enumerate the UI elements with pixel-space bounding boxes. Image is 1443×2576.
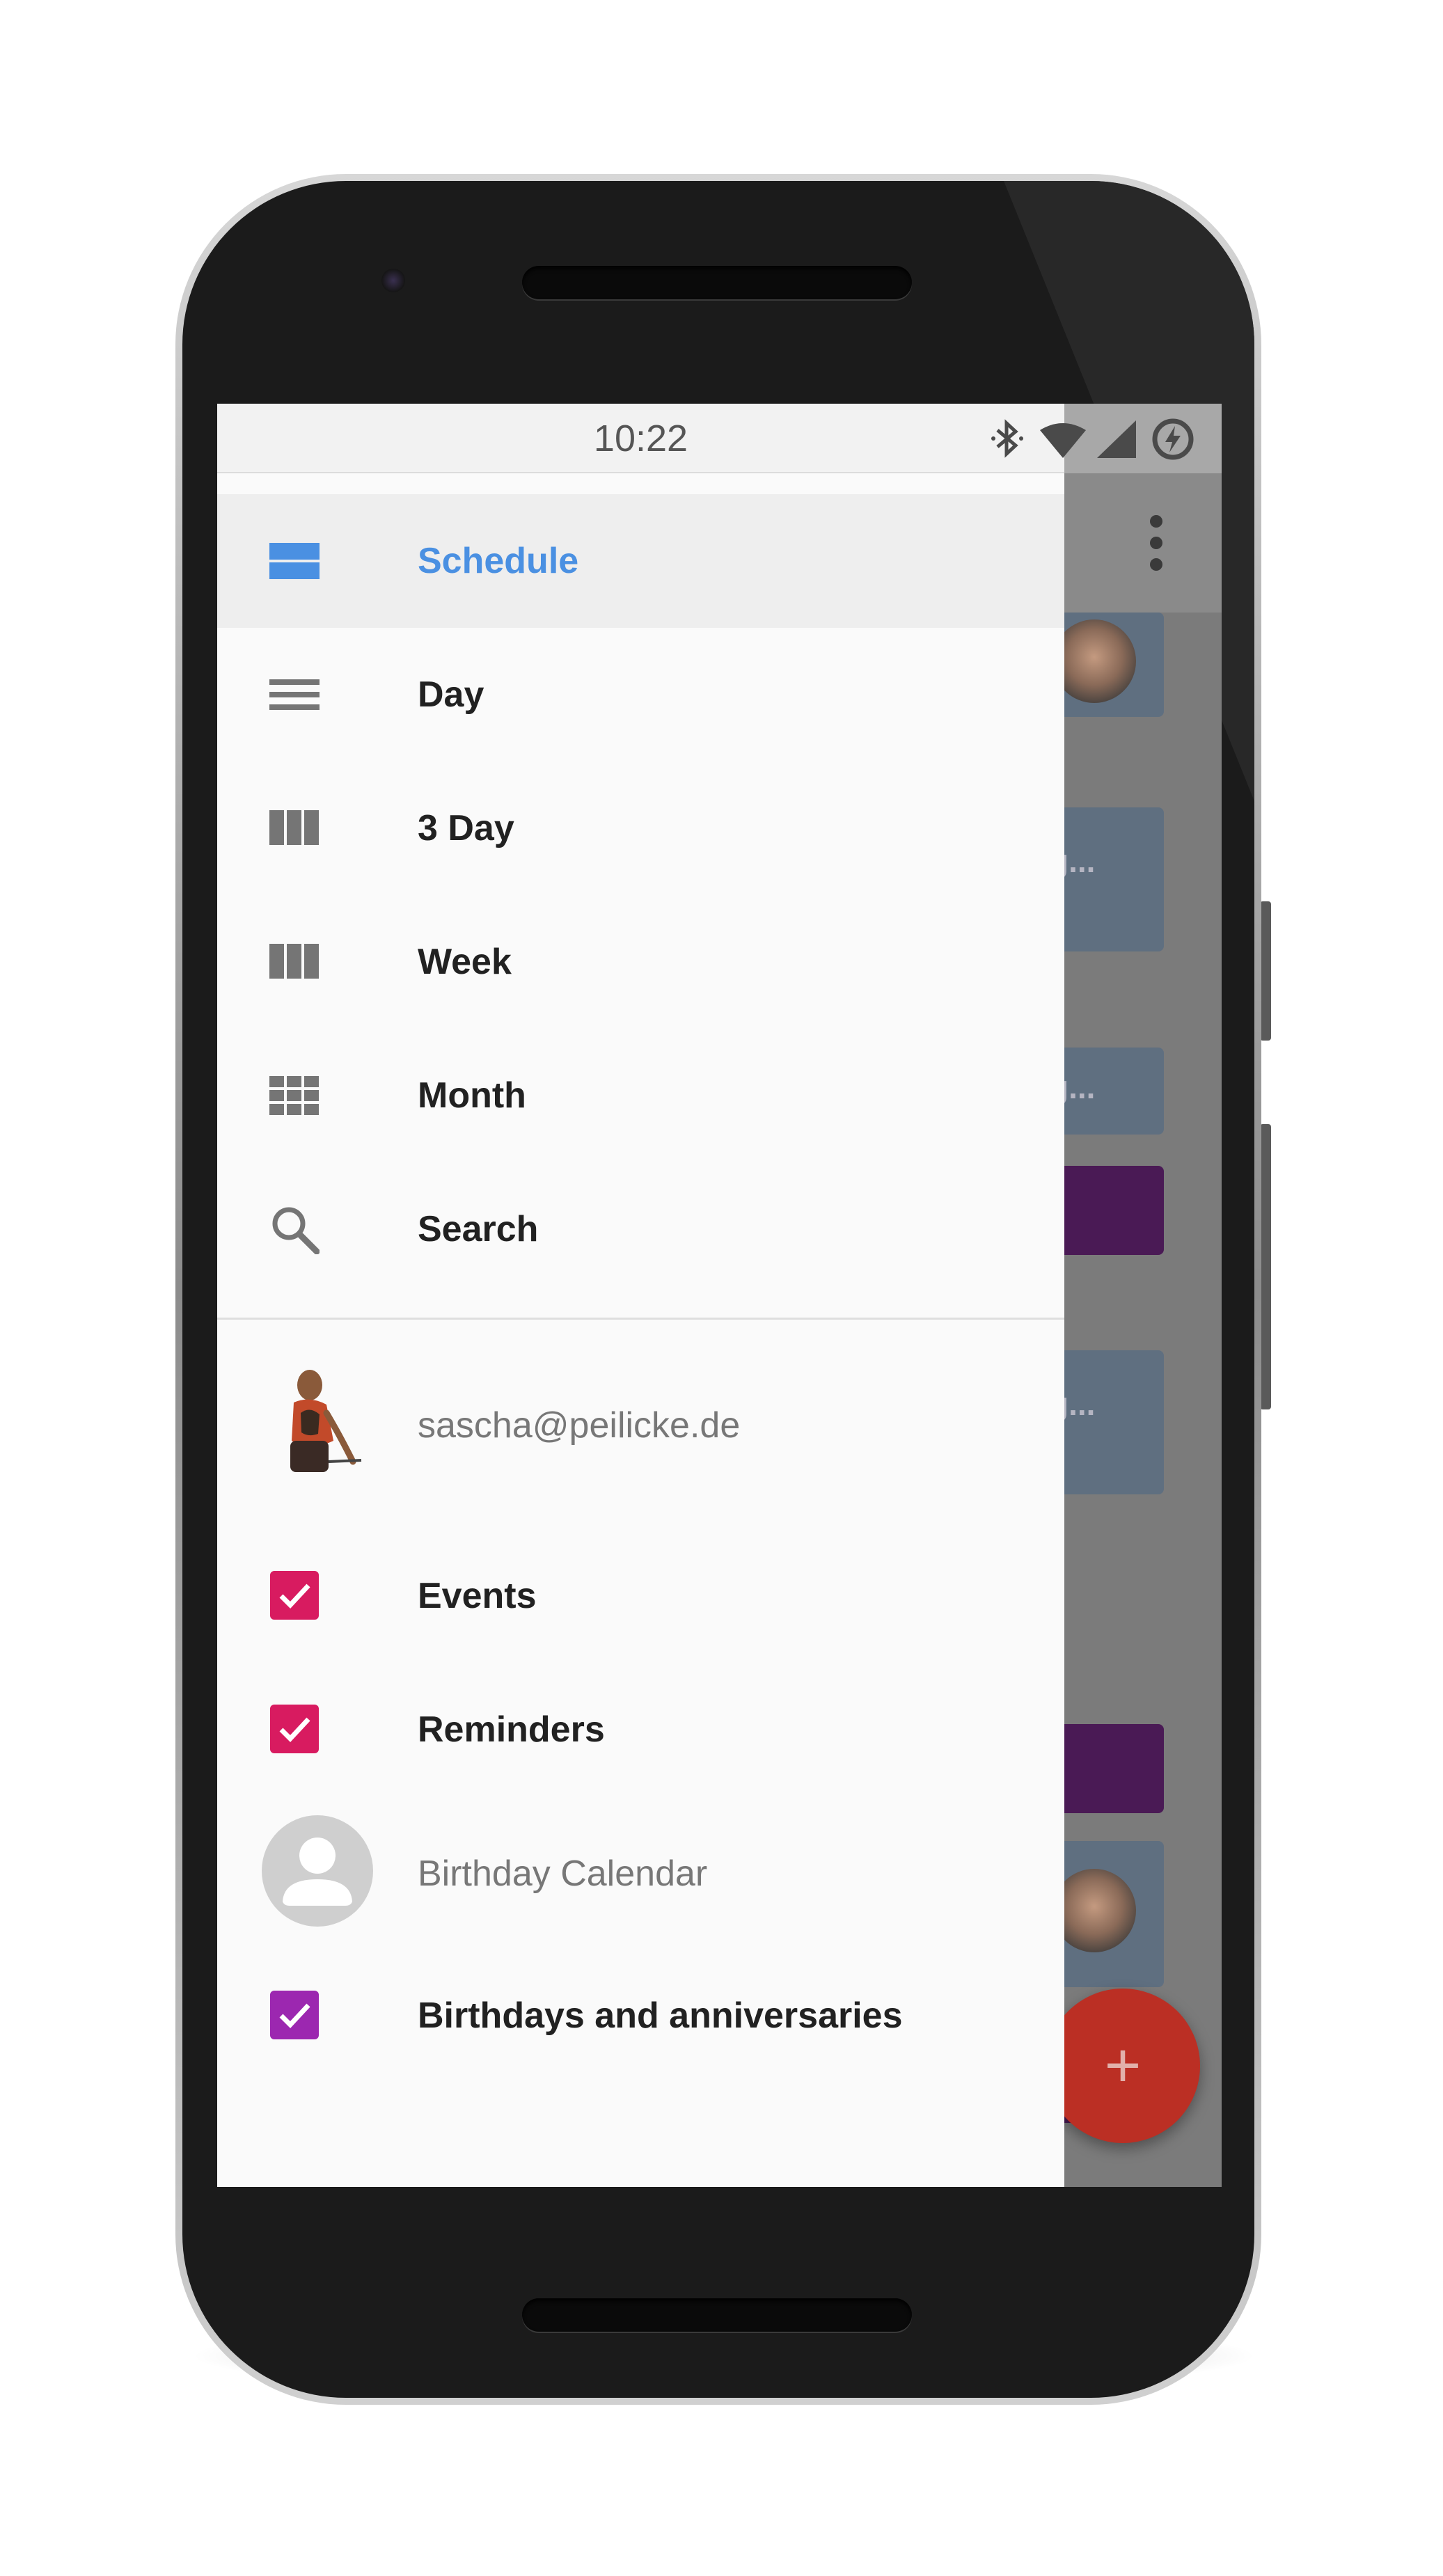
- nav-item-day[interactable]: Day: [217, 628, 1064, 761]
- week-view-icon: [269, 937, 320, 987]
- wifi-icon: [1039, 420, 1087, 459]
- calendar-label: Reminders: [418, 1709, 605, 1750]
- nav-item-label: Schedule: [418, 541, 579, 581]
- calendar-label: Birthdays and anniversaries: [418, 1996, 903, 2036]
- day-view-icon: [269, 670, 320, 720]
- event-avatar: [1052, 1869, 1136, 1952]
- three-day-view-icon: [269, 803, 320, 853]
- event-avatar: [1052, 619, 1136, 703]
- navigation-drawer: Schedule Day 3 Day Week Month Search sas…: [217, 404, 1064, 2187]
- birthdays-checkbox[interactable]: [270, 1991, 319, 2039]
- calendar-item-birthdays[interactable]: Birthdays and anniversaries: [217, 1963, 1064, 2067]
- bluetooth-icon: [988, 419, 1027, 458]
- schedule-view-icon: [269, 536, 320, 586]
- bottom-speaker: [522, 2298, 912, 2332]
- fab-plus-label: +: [1104, 2031, 1142, 2101]
- generic-person-avatar: [262, 1815, 373, 1927]
- volume-button: [1260, 1124, 1271, 1409]
- nav-item-label: Day: [418, 674, 484, 715]
- account-email: sascha@peilicke.de: [418, 1405, 741, 1446]
- status-bar: 10:22: [217, 404, 1222, 473]
- cellular-signal-icon: [1096, 419, 1137, 459]
- drawer-divider: [217, 1318, 1064, 1320]
- search-icon: [269, 1204, 320, 1255]
- nav-item-label: 3 Day: [418, 808, 514, 848]
- calendar-item-reminders[interactable]: Reminders: [217, 1677, 1064, 1781]
- front-speaker: [522, 266, 912, 299]
- battery-charging-icon: [1151, 418, 1194, 461]
- account-name: Birthday Calendar: [418, 1854, 708, 1894]
- nav-item-3-day[interactable]: 3 Day: [217, 761, 1064, 895]
- more-options-dot: [1150, 558, 1162, 571]
- nav-item-label: Week: [418, 942, 512, 982]
- phone-screen: g... g... g... + Schedule Day 3 Day Week…: [217, 404, 1222, 2187]
- user-photo-avatar: [269, 1364, 367, 1483]
- nav-item-label: Search: [418, 1209, 539, 1249]
- calendar-label: Events: [418, 1576, 537, 1616]
- nav-item-label: Month: [418, 1075, 526, 1116]
- power-button: [1260, 901, 1271, 1041]
- nav-item-week[interactable]: Week: [217, 895, 1064, 1029]
- more-options-dot: [1150, 537, 1162, 549]
- events-checkbox[interactable]: [270, 1571, 319, 1620]
- account-header: Birthday Calendar: [217, 1804, 1064, 1936]
- more-options-icon[interactable]: [1150, 515, 1162, 528]
- nav-item-month[interactable]: Month: [217, 1029, 1064, 1162]
- nav-item-schedule[interactable]: Schedule: [217, 494, 1064, 628]
- create-event-button[interactable]: +: [1046, 1989, 1200, 2143]
- status-time: 10:22: [593, 418, 688, 459]
- month-view-icon: [269, 1070, 320, 1121]
- front-camera: [381, 269, 405, 292]
- reminders-checkbox[interactable]: [270, 1705, 319, 1753]
- calendar-item-events[interactable]: Events: [217, 1543, 1064, 1647]
- nav-item-search[interactable]: Search: [217, 1162, 1064, 1296]
- account-header: sascha@peilicke.de: [217, 1357, 1064, 1490]
